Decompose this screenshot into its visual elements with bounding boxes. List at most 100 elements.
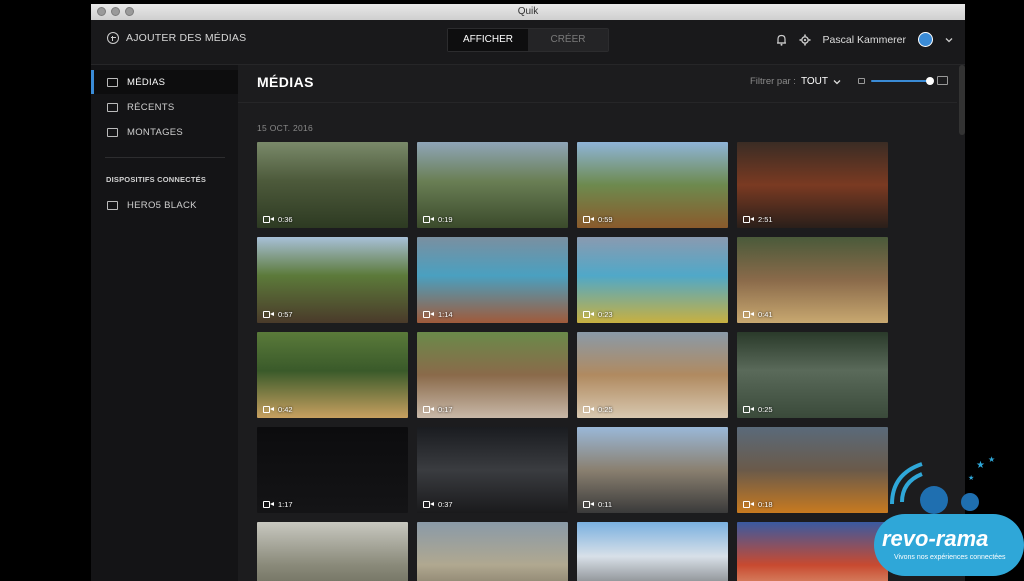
media-thumbnail[interactable]: 0:25 [577,332,728,418]
add-media-label: AJOUTER DES MÉDIAS [126,32,247,44]
large-thumbnail-icon[interactable] [937,76,948,85]
sidebar-item-hero5-black[interactable]: HERO5 BLACK [91,193,238,217]
duration-badge: 0:19 [423,215,453,224]
video-camera-icon [743,406,754,413]
brand-name: revo-rama [882,526,989,551]
sidebar-item-label: MÉDIAS [127,76,166,88]
video-camera-icon [423,406,434,413]
media-grid: 0:36 0:19 0:59 2:51 0:57 1:14 0:23 0:41 … [257,142,888,581]
filter-value: TOUT [800,76,828,87]
media-thumbnail[interactable]: 0:11 [577,427,728,513]
svg-text:★: ★ [976,460,985,471]
duration-badge: 1:14 [423,310,453,319]
camera-device-icon [107,200,118,210]
view-mode-tabs: AFFICHER CRÉER [447,28,609,52]
media-thumbnail[interactable]: 0:17 [417,332,568,418]
media-thumbnail[interactable]: 0:19 [417,142,568,228]
app-header: AJOUTER DES MÉDIAS AFFICHER CRÉER Pascal… [91,20,965,65]
duration-badge: 0:17 [423,405,453,414]
video-camera-icon [423,501,434,508]
duration-badge: 0:57 [263,310,293,319]
svg-text:★: ★ [988,455,995,464]
slider-handle[interactable] [926,76,934,85]
wifi-stars-icon: ★ ★ ★ [890,455,995,514]
duration-badge: 0:25 [743,405,773,414]
media-library-icon [107,77,118,87]
video-camera-icon [743,311,754,318]
date-group-heading: 15 OCT. 2016 [257,123,314,133]
video-camera-icon [423,216,434,223]
montage-icon [107,127,118,137]
sidebar-item-label: MONTAGES [127,126,184,138]
duration-badge: 0:11 [583,500,612,509]
duration-badge: 0:25 [583,405,613,414]
add-icon [107,32,119,44]
duration-badge: 0:37 [423,500,453,509]
duration-badge: 0:59 [583,215,613,224]
chevron-down-icon [833,79,841,84]
svg-text:★: ★ [968,474,974,482]
tab-creer[interactable]: CRÉER [528,29,608,51]
user-name[interactable]: Pascal Kammerer [823,34,906,46]
thumbnail-size-slider[interactable] [871,76,934,85]
duration-badge: 0:36 [263,215,293,224]
media-thumbnail[interactable]: 0:23 [577,237,728,323]
duration-badge: 0:42 [263,405,293,414]
media-thumbnail[interactable]: 0:37 [417,427,568,513]
duration-badge: 2:51 [743,215,773,224]
filter-label: Filtrer par : [750,76,796,87]
chevron-down-icon[interactable] [945,37,953,43]
media-thumbnail[interactable]: 1:17 [257,427,408,513]
video-camera-icon [583,406,594,413]
media-thumbnail[interactable]: 0:42 [257,332,408,418]
media-thumbnail[interactable]: 0:18 [737,427,888,513]
title-bar: Quik [91,4,965,20]
media-thumbnail[interactable]: 0:25 [737,332,888,418]
media-thumbnail[interactable]: 0:59 [577,142,728,228]
connected-devices-heading: DISPOSITIFS CONNECTÉS [106,175,207,184]
media-thumbnail[interactable]: 2:51 [737,142,888,228]
video-camera-icon [263,311,274,318]
video-camera-icon [263,216,274,223]
duration-badge: 0:18 [743,500,773,509]
video-camera-icon [743,501,754,508]
small-thumbnail-icon[interactable] [858,77,865,84]
sidebar-item-label: RÉCENTS [127,101,175,113]
duration-badge: 0:41 [743,310,773,319]
video-camera-icon [583,216,594,223]
media-thumbnail[interactable] [737,522,888,581]
add-media-button[interactable]: AJOUTER DES MÉDIAS [107,32,246,44]
media-thumbnail[interactable] [417,522,568,581]
sidebar-item-label: HERO5 BLACK [127,199,197,211]
duration-badge: 1:17 [263,500,293,509]
sidebar-item-medias[interactable]: MÉDIAS [91,70,238,94]
media-thumbnail[interactable]: 0:41 [737,237,888,323]
sidebar-item-recents[interactable]: RÉCENTS [91,95,238,119]
app-window: Quik AJOUTER DES MÉDIAS AFFICHER CRÉER P… [91,4,965,581]
video-camera-icon [263,406,274,413]
sidebar-divider [105,157,225,158]
media-thumbnail[interactable] [577,522,728,581]
gear-icon[interactable] [799,34,811,46]
header-actions: Pascal Kammerer [776,32,953,47]
video-camera-icon [583,311,594,318]
media-thumbnail[interactable]: 0:57 [257,237,408,323]
sidebar-item-montages[interactable]: MONTAGES [91,120,238,144]
sidebar: MÉDIAS RÉCENTS MONTAGES DISPOSITIFS CONN… [91,65,238,581]
vertical-scrollbar[interactable] [959,65,965,135]
page-title: MÉDIAS [257,74,314,90]
tab-afficher[interactable]: AFFICHER [448,29,528,51]
video-camera-icon [423,311,434,318]
brand-tagline: Vivons nos expériences connectées [894,554,1006,561]
media-thumbnail[interactable] [257,522,408,581]
video-camera-icon [743,216,754,223]
media-thumbnail[interactable]: 1:14 [417,237,568,323]
bell-icon[interactable] [776,34,787,46]
window-title: Quik [517,6,539,17]
media-thumbnail[interactable]: 0:36 [257,142,408,228]
content-divider [238,102,957,103]
filter-dropdown[interactable]: Filtrer par : TOUT [750,76,841,87]
duration-badge: 0:23 [583,310,613,319]
thumbnail-size-control [858,76,948,85]
avatar[interactable] [918,32,933,47]
